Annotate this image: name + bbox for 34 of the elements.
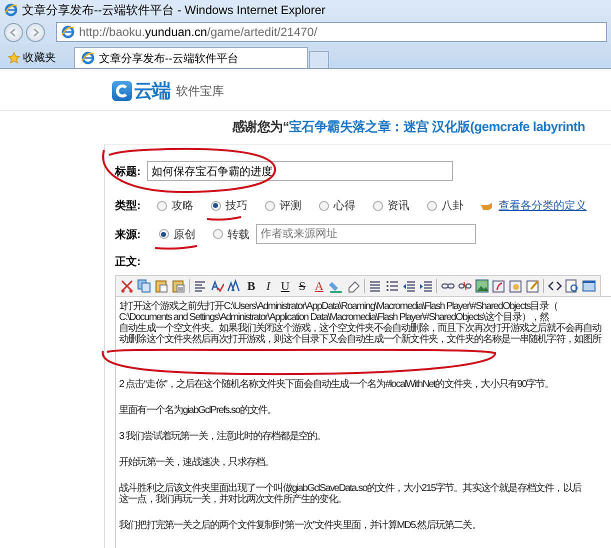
source-field[interactable]: 作者或来源网址: [256, 224, 476, 244]
format-button[interactable]: A: [312, 278, 327, 294]
body-paragraph: 我们把打完第一关之后的两个文件复制到“第一次”文件夹里面，并计算MD5.然后玩第二关。: [119, 520, 482, 531]
body-label: 正文:: [115, 254, 141, 269]
format-button[interactable]: B: [244, 278, 259, 294]
page-heading: 感谢您为“宝石争霸失落之章：迷宫 汉化版(gemcrafe labyrinth: [231, 118, 586, 136]
source-label: 来源:: [115, 228, 141, 242]
address-field[interactable]: http://baoku.yunduan.cn/game/artedit/21470/: [56, 22, 607, 42]
category-help-link[interactable]: 查看各分类的定义: [498, 198, 587, 213]
site-subtitle: 软件宝库: [176, 82, 224, 100]
format-button[interactable]: S: [294, 278, 310, 294]
body-paragraph: 2 点击“走你”，之后在这个随机名称文件夹下面会自动生成一个名为#localWithNet的文件夹，大小只有90字节。: [119, 379, 555, 390]
body-paragraph: 1打开这个游戏之前先打开C:\Users\Administrator\AppData\Roaming\Macromedia\Flash Player\#SharedObjects目录（ C:\Documents and Settings\Administrator\Application Data\Macromedia\Flash Player\#SharedObjects\这个目录），然 自动生成一个空文件夹。如果我们关闭这个游戏，这个空文件夹不会自动删除，而且下次再次打开游戏之后就不会再自动 动删除这个文件夹然后再次打开游戏，则这个目录下又会自动生成一个新文件夹，文件夹的名称是一串随机字符，如图所: [119, 301, 603, 345]
body-paragraph: 开始玩第一关，速战速决，只求存档。: [119, 457, 275, 468]
body-paragraph: 里面有一个名为giabGclPrefs.so的文件。: [119, 405, 278, 416]
browser-tab[interactable]: 文章分享发布--云端软件平台: [74, 47, 308, 68]
radio-option[interactable]: 攻略: [156, 198, 194, 213]
format-button[interactable]: I: [260, 278, 276, 294]
type-label: 类型:: [115, 198, 141, 213]
title-label: 标题:: [115, 164, 141, 178]
radio-option[interactable]: 八卦: [426, 198, 464, 213]
format-button[interactable]: U: [278, 278, 293, 294]
site-logo[interactable]: 云端: [112, 78, 170, 104]
body-paragraph: 3 我们尝试着玩第一关，注意此时的存档都是空的。: [119, 431, 327, 442]
radio-option[interactable]: 资讯: [372, 198, 410, 213]
radio-option[interactable]: 转载: [212, 226, 250, 242]
radio-option[interactable]: 技巧: [210, 198, 248, 213]
radio-option[interactable]: 原创: [158, 226, 196, 242]
radio-option[interactable]: 心得: [318, 198, 356, 213]
title-field[interactable]: 如何保存宝石争霸的进度: [146, 161, 453, 181]
radio-option[interactable]: 评测: [264, 198, 302, 213]
favorites-button[interactable]: 收藏夹: [2, 50, 74, 68]
window-title: 文章分享发布--云端软件平台 - Windows Internet Explorer: [22, 2, 326, 18]
body-paragraph: 战斗胜利之后该文件夹里面出现了一个叫做giabGclSaveData.so的文件，大小215字节。其实这个就是存档文件，以后 这一点，我们再玩一关，并对比两次文件所产生的变化。: [119, 483, 582, 505]
